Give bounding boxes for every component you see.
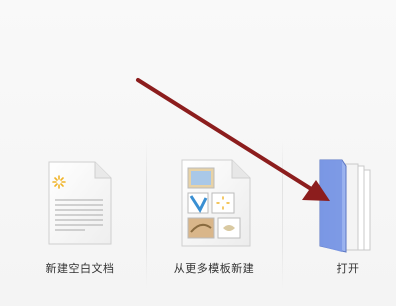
- new-from-template-button[interactable]: 从更多模板新建: [154, 150, 274, 300]
- tile-divider: [146, 140, 147, 290]
- new-blank-document-button[interactable]: 新建空白文档: [20, 150, 140, 300]
- new-document-panel: 新建空白文档 从更多模板新建 打开: [0, 0, 396, 306]
- tile-divider: [282, 140, 283, 290]
- new-blank-document-label: 新建空白文档: [45, 262, 115, 275]
- new-from-template-label: 从更多模板新建: [173, 262, 255, 275]
- open-button[interactable]: 打开: [288, 150, 396, 300]
- blank-document-icon: [48, 161, 112, 245]
- template-document-icon: [181, 159, 251, 247]
- folder-icon: [319, 159, 371, 253]
- open-label: 打开: [336, 262, 360, 275]
